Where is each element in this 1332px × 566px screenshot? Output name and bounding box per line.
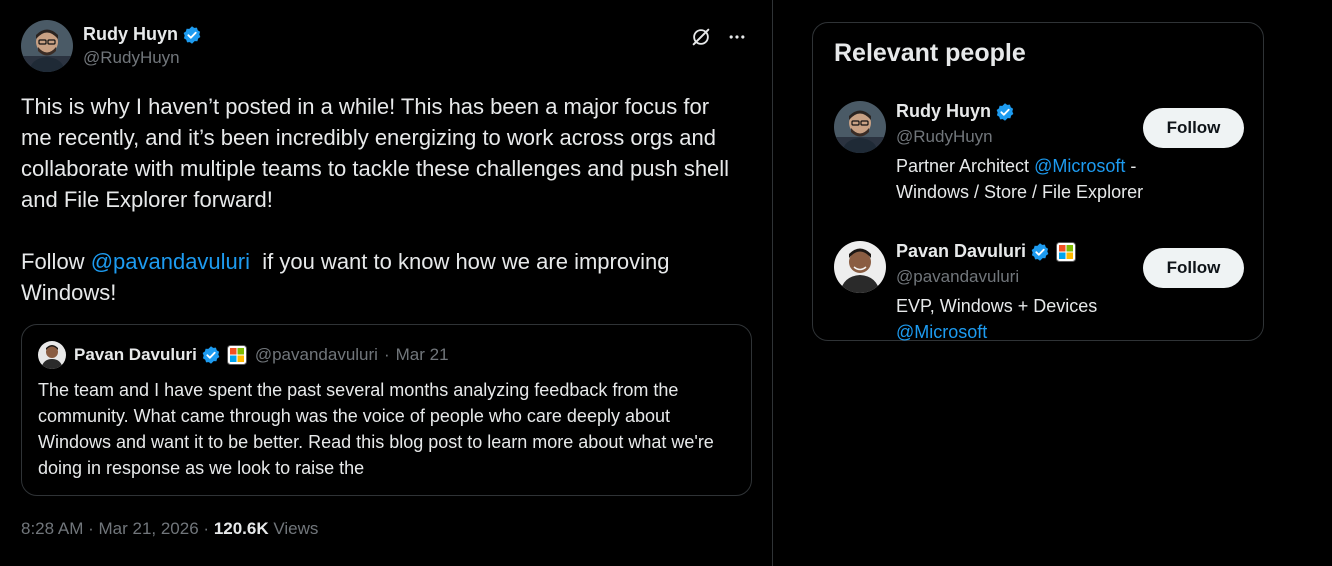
person-handle[interactable]: @pavandavuluri — [896, 267, 1156, 287]
quote-author-handle[interactable]: @pavandavuluri — [255, 345, 378, 365]
relevant-people-title: Relevant people — [834, 39, 1026, 67]
follow-button[interactable]: Follow — [1143, 248, 1244, 288]
person-item[interactable]: Rudy Huyn @RudyHuyn Partner Architect @M… — [834, 101, 1244, 221]
verified-badge-icon — [1030, 242, 1050, 262]
author-name-block: Rudy Huyn @RudyHuyn — [83, 24, 202, 68]
person-avatar[interactable] — [834, 101, 886, 153]
author-avatar[interactable] — [21, 20, 73, 72]
person-name[interactable]: Pavan Davuluri — [896, 241, 1026, 262]
person-handle[interactable]: @RudyHuyn — [896, 127, 1156, 147]
relevant-people-card: Relevant people Rudy Huyn @RudyHuyn Part… — [812, 22, 1264, 342]
person-bio-link[interactable]: @Microsoft — [896, 322, 987, 342]
tweet-text: This is why I haven’t posted in a while!… — [21, 91, 741, 308]
more-icon[interactable] — [724, 24, 750, 50]
microsoft-affiliate-icon[interactable] — [226, 345, 247, 365]
quote-header: Pavan Davuluri @pavandavuluri · Mar 21 — [38, 341, 735, 369]
mention-link[interactable]: @pavandavuluri — [91, 249, 250, 274]
tweet-header-actions — [688, 24, 750, 50]
quote-author-avatar[interactable] — [38, 341, 66, 369]
verified-badge-icon — [995, 102, 1015, 122]
person-info: Pavan Davuluri @pavandavuluri EVP, Windo… — [896, 241, 1156, 345]
tweet-time[interactable]: 8:28 AM — [21, 519, 83, 538]
author-handle[interactable]: @RudyHuyn — [83, 48, 202, 68]
person-name-row: Pavan Davuluri — [896, 241, 1156, 262]
quote-date[interactable]: Mar 21 — [396, 345, 449, 365]
person-item[interactable]: Pavan Davuluri @pavandavuluri EVP, Windo… — [834, 241, 1244, 342]
separator-dot: · — [203, 519, 214, 538]
views-count: 120.6K — [213, 519, 269, 538]
quote-author-name[interactable]: Pavan Davuluri — [74, 345, 197, 365]
person-bio-prefix: Partner Architect — [896, 156, 1035, 176]
verified-badge-icon — [182, 25, 202, 45]
quoted-tweet[interactable]: Pavan Davuluri @pavandavuluri · Mar 21 T… — [21, 324, 752, 496]
person-name[interactable]: Rudy Huyn — [896, 101, 991, 122]
tweet-date[interactable]: Mar 21, 2026 — [99, 519, 199, 538]
views-label: Views — [273, 519, 319, 538]
person-name-row: Rudy Huyn — [896, 101, 1156, 122]
person-info: Rudy Huyn @RudyHuyn Partner Architect @M… — [896, 101, 1156, 205]
author-name[interactable]: Rudy Huyn — [83, 24, 178, 45]
person-bio: EVP, Windows + Devices @Microsoft — [896, 293, 1156, 345]
tweet-meta: 8:28 AM · Mar 21, 2026 · 120.6K Views — [21, 519, 318, 539]
person-bio-prefix: EVP, Windows + Devices — [896, 296, 1098, 316]
person-avatar[interactable] — [834, 241, 886, 293]
verified-badge-icon — [201, 345, 221, 365]
grok-icon[interactable] — [688, 24, 714, 50]
separator-dot: · — [88, 519, 99, 538]
tweet-header: Rudy Huyn @RudyHuyn — [21, 20, 202, 72]
tweet-text-part1: This is why I haven’t posted in a while!… — [21, 94, 730, 274]
tweet-column: Rudy Huyn @RudyHuyn This is why I haven’… — [0, 0, 773, 566]
separator-dot: · — [383, 345, 390, 364]
person-bio: Partner Architect @Microsoft - Windows /… — [896, 153, 1156, 205]
microsoft-affiliate-icon[interactable] — [1056, 241, 1077, 262]
follow-button[interactable]: Follow — [1143, 108, 1244, 148]
person-bio-link[interactable]: @Microsoft — [1034, 156, 1125, 176]
author-name-row: Rudy Huyn — [83, 24, 202, 45]
quote-text: The team and I have spent the past sever… — [38, 380, 719, 478]
